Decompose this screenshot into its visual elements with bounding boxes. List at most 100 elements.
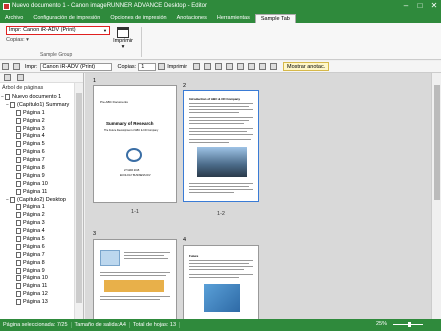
- tree-page-item[interactable]: Página 9: [0, 172, 74, 180]
- tree-page-item[interactable]: Página 10: [0, 274, 74, 282]
- ribbon-panel: Impr: Canon iR-ADV (Print) ▼ Copias: ▾ I…: [0, 23, 441, 60]
- page-chart: [104, 280, 164, 292]
- printer-icon[interactable]: [158, 63, 166, 70]
- tree-root[interactable]: − Nuevo documento 1: [0, 93, 74, 101]
- page-caption: 1-1: [131, 209, 139, 215]
- delete-page-icon[interactable]: [17, 74, 24, 81]
- tree-page-label: Página 1: [23, 204, 45, 211]
- tree-page-item[interactable]: Página 10: [0, 180, 74, 188]
- tree-page-item[interactable]: Página 13: [0, 298, 74, 306]
- page-icon: [16, 204, 21, 211]
- page-preview-area: 1 Pre-ABC Documents Summary of Research …: [85, 73, 431, 319]
- grid-icon[interactable]: [259, 63, 267, 70]
- tree-page-label: Página 9: [23, 267, 45, 274]
- tree-page-label: Página 13: [23, 299, 48, 306]
- page-tree: − Nuevo documento 1 − (Capítulo1) Summary…: [0, 93, 74, 317]
- show-annotations-button[interactable]: Mostrar anotac.: [283, 62, 330, 71]
- page-number: 3: [93, 231, 97, 237]
- tree-page-label: Página 7: [23, 157, 45, 164]
- ribbon-print-button[interactable]: Imprimir ▾: [113, 27, 133, 55]
- toolbar-printer-value: Canon iR-ADV (Print): [42, 63, 96, 70]
- maximize-button[interactable]: □: [413, 0, 427, 12]
- tree-page-item[interactable]: Página 5: [0, 235, 74, 243]
- ribbon-copies[interactable]: Copias: ▾: [6, 37, 50, 45]
- tab-annotations[interactable]: Anotaciones: [172, 14, 212, 23]
- copy-icon[interactable]: [204, 63, 212, 70]
- page-thumbnail[interactable]: Pre-ABC Documents Summary of Research Th…: [93, 85, 177, 203]
- tree-page-item[interactable]: Página 1: [0, 203, 74, 211]
- page-icon: [16, 157, 21, 164]
- page-icon: [16, 141, 21, 148]
- zoom-icon[interactable]: [270, 63, 278, 70]
- close-button[interactable]: ✕: [427, 0, 441, 12]
- toolbar-printer-select[interactable]: Canon iR-ADV (Print): [39, 62, 112, 71]
- main-scrollbar[interactable]: [431, 73, 441, 319]
- tree-page-item[interactable]: Página 8: [0, 259, 74, 267]
- tree-chapter-label: (Capítulo2) Desktop: [17, 196, 66, 203]
- toolbar-print-label[interactable]: Imprimir: [167, 64, 187, 70]
- tree-page-item[interactable]: Página 2: [0, 117, 74, 125]
- zoom-slider-handle[interactable]: [408, 322, 411, 327]
- ribbon-tabs: Archivo Configuración de impresión Opcio…: [0, 12, 441, 23]
- tree-page-item[interactable]: Página 11: [0, 282, 74, 290]
- tree-page-label: Página 9: [23, 172, 45, 179]
- title-bar: Nuevo documento 1 - Canon imageRUNNER AD…: [0, 0, 441, 12]
- tree-page-label: Página 12: [23, 291, 48, 298]
- ribbon-printer-label: Impr:: [9, 27, 22, 33]
- scrollbar-thumb[interactable]: [434, 85, 440, 200]
- undo-icon[interactable]: [2, 63, 9, 70]
- tree-page-label: Página 8: [23, 259, 45, 266]
- redo-icon[interactable]: [13, 63, 20, 70]
- ribbon-printer-select[interactable]: Impr: Canon iR-ADV (Print) ▼: [6, 26, 110, 35]
- refresh-icon[interactable]: [237, 63, 245, 70]
- tree-page-item[interactable]: Página 3: [0, 219, 74, 227]
- tree-page-label: Página 1: [23, 109, 45, 116]
- tree-page-item[interactable]: Página 9: [0, 267, 74, 275]
- page-icon: [16, 109, 21, 116]
- tree-page-item[interactable]: Página 2: [0, 211, 74, 219]
- tab-sample[interactable]: Sample Tab: [254, 14, 296, 23]
- tab-print-options[interactable]: Opciones de impresión: [105, 14, 171, 23]
- paste-icon[interactable]: [215, 63, 223, 70]
- tree-page-item[interactable]: Página 4: [0, 132, 74, 140]
- tree-page-item[interactable]: Página 7: [0, 156, 74, 164]
- tab-tools[interactable]: Herramientas: [212, 14, 255, 23]
- page-icon: [16, 275, 21, 282]
- page-thumbnail[interactable]: Introduction of ABC & CD Company: [183, 90, 259, 202]
- tree-page-item[interactable]: Página 6: [0, 243, 74, 251]
- page-icon: [16, 172, 21, 179]
- tree-chapter[interactable]: − (Capítulo1) Summary: [0, 101, 74, 109]
- page-setup-icon[interactable]: [193, 63, 201, 70]
- left-scrollbar[interactable]: [74, 83, 83, 319]
- tree-page-item[interactable]: Página 7: [0, 251, 74, 259]
- page-number: 4: [183, 237, 187, 243]
- zoom-level: 25%: [375, 321, 387, 327]
- delete-icon[interactable]: [248, 63, 256, 70]
- minimize-button[interactable]: –: [399, 0, 413, 12]
- toolbar-copies-input[interactable]: 1: [138, 62, 157, 71]
- tree-page-item[interactable]: Página 6: [0, 148, 74, 156]
- tree-page-item[interactable]: Página 8: [0, 164, 74, 172]
- page-thumbnail[interactable]: Future: [183, 245, 259, 319]
- page-icon: [16, 220, 21, 227]
- tree-page-item[interactable]: Página 4: [0, 227, 74, 235]
- tab-archivo[interactable]: Archivo: [0, 14, 28, 23]
- page-thumbnail[interactable]: [93, 239, 177, 319]
- tree-page-item[interactable]: Página 11: [0, 188, 74, 196]
- page-title-text: Summary of Research: [106, 121, 154, 126]
- rotate-icon[interactable]: [226, 63, 234, 70]
- tab-print-settings[interactable]: Configuración de impresión: [28, 14, 105, 23]
- page-icon: [16, 125, 21, 132]
- app-icon: [3, 2, 10, 10]
- tree-chapter[interactable]: − (Capítulo2) Desktop: [0, 196, 74, 204]
- tree-page-item[interactable]: Página 5: [0, 140, 74, 148]
- tree-page-label: Página 7: [23, 251, 45, 258]
- tree-page-item[interactable]: Página 12: [0, 290, 74, 298]
- tree-page-item[interactable]: Página 1: [0, 109, 74, 117]
- add-page-icon[interactable]: [4, 74, 11, 81]
- scrollbar-thumb[interactable]: [76, 93, 82, 303]
- tree-page-item[interactable]: Página 3: [0, 125, 74, 133]
- page-tree-panel: Árbol de páginas − Nuevo documento 1 − (C…: [0, 73, 84, 319]
- page-photo: [197, 147, 247, 177]
- page-icon: [16, 180, 21, 187]
